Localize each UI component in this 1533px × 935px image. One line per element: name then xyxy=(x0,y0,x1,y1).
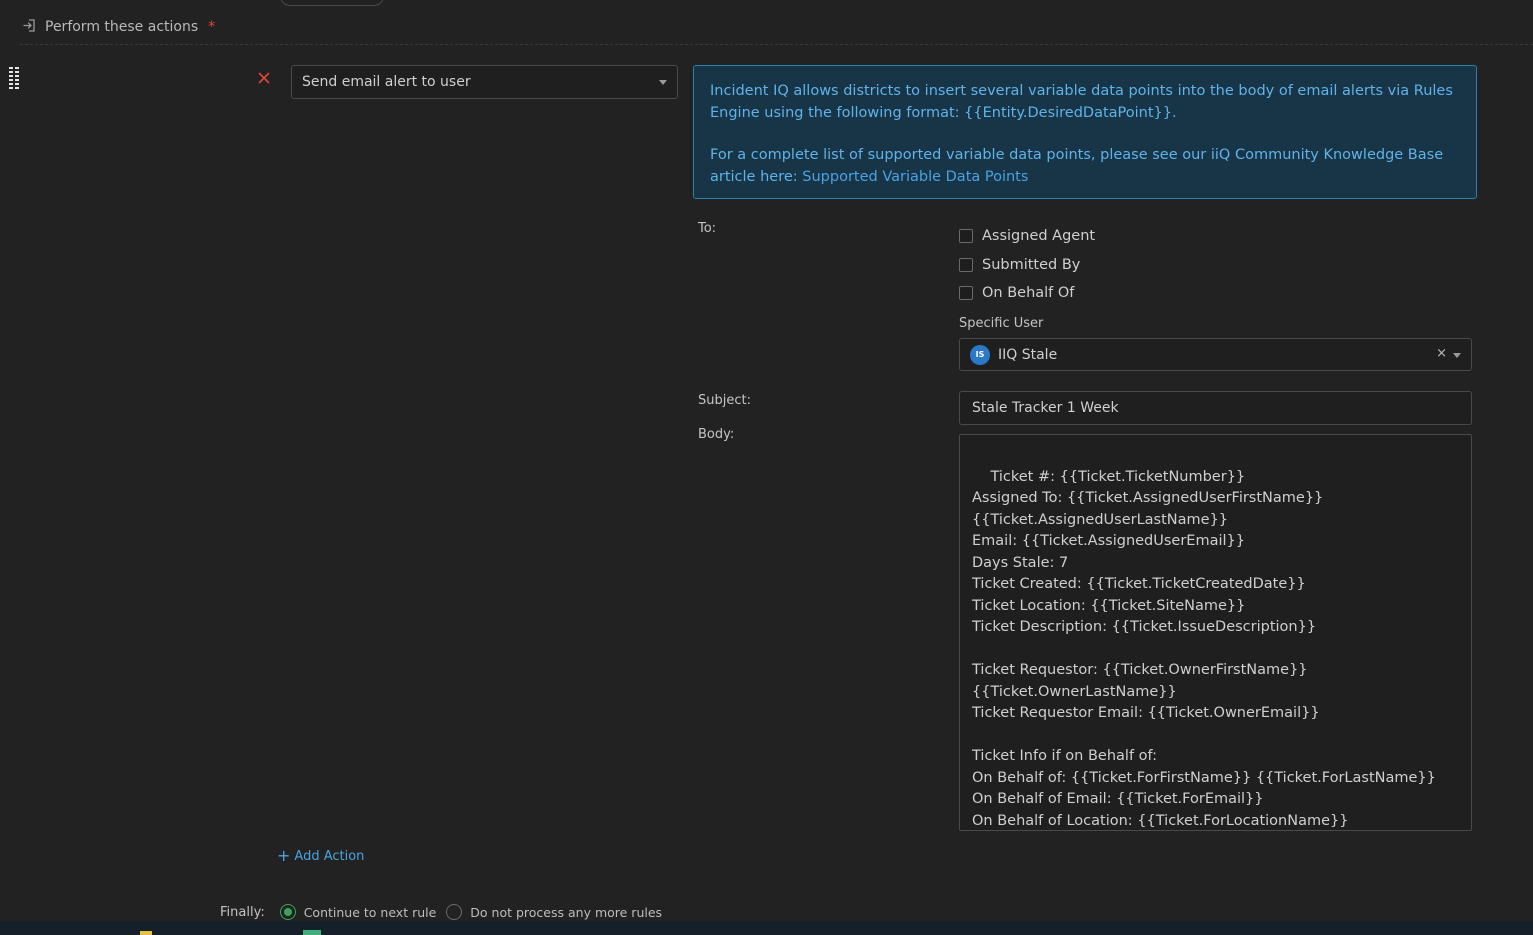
radio-continue-next-rule[interactable] xyxy=(279,904,296,920)
action-type-select[interactable]: Send email alert to user xyxy=(291,65,678,99)
recipient-option-on-behalf-of[interactable]: On Behalf Of xyxy=(959,283,1074,303)
subject-value: Stale Tracker 1 Week xyxy=(972,400,1119,416)
plus-icon: + xyxy=(277,846,291,865)
body-value: Ticket #: {{Ticket.TicketNumber}} Assign… xyxy=(972,468,1436,829)
section-title: Perform these actions xyxy=(45,19,199,35)
remove-action-icon[interactable] xyxy=(254,70,274,90)
variable-data-info-alert: Incident IQ allows districts to insert s… xyxy=(693,65,1477,199)
section-divider xyxy=(20,44,1533,45)
chevron-down-icon[interactable] xyxy=(1453,353,1461,358)
checkbox[interactable] xyxy=(959,286,973,300)
specific-user-select[interactable]: IS IIQ Stale × xyxy=(959,338,1472,371)
subject-input[interactable]: Stale Tracker 1 Week xyxy=(959,391,1472,425)
specific-user-value: IIQ Stale xyxy=(998,346,1058,363)
subject-label: Subject: xyxy=(698,393,751,408)
chevron-down-icon xyxy=(659,80,667,85)
supported-variables-link[interactable]: Supported Variable Data Points xyxy=(802,169,1028,185)
add-action-label: Add Action xyxy=(294,848,365,864)
radio-stop-processing[interactable] xyxy=(446,904,463,920)
clear-selection-icon[interactable]: × xyxy=(1436,346,1447,361)
top-pill-button[interactable] xyxy=(280,0,384,6)
rules-engine-actions-page: Perform these actions * Send email alert… xyxy=(0,0,1533,935)
checkbox[interactable] xyxy=(959,258,973,272)
required-indicator: * xyxy=(208,19,216,35)
finally-label: Finally: xyxy=(220,904,265,920)
enter-arrow-icon xyxy=(22,18,37,37)
body-label: Body: xyxy=(698,427,735,442)
avatar: IS xyxy=(970,344,990,365)
recipient-option-label: Assigned Agent xyxy=(982,228,1096,244)
checkbox[interactable] xyxy=(959,229,973,243)
info-text-2: For a complete list of supported variabl… xyxy=(710,144,1460,188)
info-text-1: Incident IQ allows districts to insert s… xyxy=(710,83,1453,121)
recipient-option-label: On Behalf Of xyxy=(982,285,1075,301)
radio-label[interactable]: Do not process any more rules xyxy=(470,905,662,920)
action-type-value: Send email alert to user xyxy=(302,74,471,90)
body-textarea[interactable]: Ticket #: {{Ticket.TicketNumber}} Assign… xyxy=(959,434,1472,831)
section-header: Perform these actions * xyxy=(22,16,215,38)
recipient-option-assigned-agent[interactable]: Assigned Agent xyxy=(959,226,1095,246)
recipient-option-submitted-by[interactable]: Submitted By xyxy=(959,255,1080,275)
taskbar-app-icon[interactable] xyxy=(140,931,152,935)
recipient-option-label: Submitted By xyxy=(982,257,1081,273)
drag-handle-icon[interactable] xyxy=(8,66,20,92)
radio-label[interactable]: Continue to next rule xyxy=(304,905,437,920)
finally-options: Finally: Continue to next rule Do not pr… xyxy=(220,902,672,922)
add-action-button[interactable]: + Add Action xyxy=(277,848,364,864)
to-label: To: xyxy=(698,221,717,236)
bottom-taskbar xyxy=(0,921,1533,935)
resize-grip-icon[interactable] xyxy=(1461,820,1469,828)
taskbar-app-icon[interactable] xyxy=(303,930,321,935)
specific-user-label: Specific User xyxy=(959,316,1044,331)
